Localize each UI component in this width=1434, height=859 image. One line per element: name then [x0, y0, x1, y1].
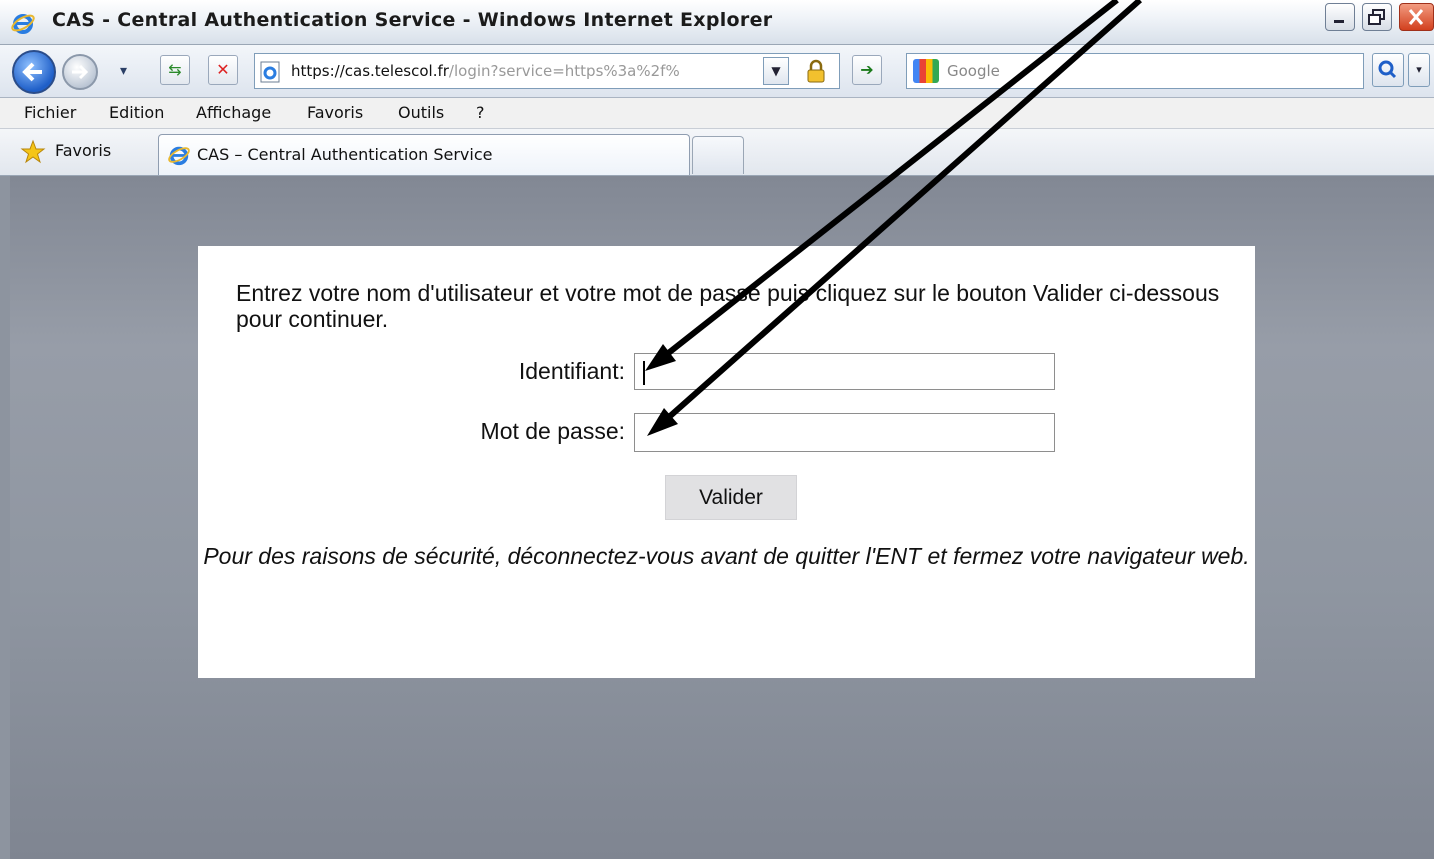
forward-arrow-icon	[72, 64, 89, 80]
security-note: Pour des raisons de sécurité, déconnecte…	[203, 543, 1250, 569]
text-caret	[643, 361, 645, 385]
minimize-icon	[1334, 20, 1344, 23]
favorites-button[interactable]: Favoris	[55, 141, 111, 160]
password-label: Mot de passe:	[480, 418, 625, 444]
chevron-down-icon: ▼	[771, 64, 781, 78]
arrow-right-icon: ➔	[860, 60, 874, 79]
menu-bar: Fichier Edition Affichage Favoris Outils…	[0, 98, 1434, 129]
password-input[interactable]	[634, 413, 1055, 452]
menu-fichier[interactable]: Fichier	[24, 103, 76, 122]
search-options-button[interactable]: ▾	[1408, 53, 1430, 87]
refresh-icon: ⇆	[168, 60, 182, 79]
refresh-button[interactable]: ⇆	[160, 55, 190, 85]
search-field[interactable]: Google	[906, 53, 1364, 89]
login-instructions: Entrez votre nom d'utilisateur et votre …	[236, 280, 1220, 332]
menu-affichage[interactable]: Affichage	[196, 103, 271, 122]
back-button[interactable]	[12, 50, 56, 94]
navigation-toolbar: ▾ ⇆ ✕ https://cas.telescol.fr/login?serv…	[0, 45, 1434, 98]
chevron-down-icon: ▾	[1416, 63, 1422, 76]
username-input[interactable]	[634, 353, 1055, 390]
history-dropdown[interactable]: ▾	[120, 63, 127, 79]
url-host: https://cas.telescol.fr	[291, 62, 449, 80]
minimize-button[interactable]	[1325, 3, 1355, 31]
forward-button[interactable]	[62, 54, 98, 90]
search-icon	[1378, 60, 1397, 79]
close-button[interactable]	[1399, 3, 1434, 31]
submit-button[interactable]: Valider	[665, 475, 797, 520]
padlock-icon[interactable]	[803, 58, 829, 84]
address-dropdown-button[interactable]: ▼	[763, 57, 789, 85]
stop-button[interactable]: ✕	[208, 55, 238, 85]
internet-explorer-icon	[11, 14, 35, 34]
username-label: Identifiant:	[518, 358, 625, 384]
back-arrow-icon	[22, 62, 42, 82]
stop-icon: ✕	[216, 60, 230, 79]
favorites-tab-bar: Favoris CAS – Central Authentication Ser…	[0, 129, 1434, 176]
url-text: https://cas.telescol.fr/login?service=ht…	[291, 62, 751, 80]
page-icon	[260, 61, 280, 83]
menu-help[interactable]: ?	[476, 103, 485, 122]
search-placeholder: Google	[947, 62, 1000, 80]
go-button[interactable]: ➔	[852, 55, 882, 85]
login-panel: Entrez votre nom d'utilisateur et votre …	[198, 246, 1255, 678]
window-titlebar: CAS - Central Authentication Service - W…	[0, 0, 1434, 45]
address-field[interactable]: https://cas.telescol.fr/login?service=ht…	[254, 53, 840, 89]
search-button[interactable]	[1372, 53, 1404, 87]
internet-explorer-icon	[168, 146, 190, 166]
window-title: CAS - Central Authentication Service - W…	[52, 9, 773, 31]
url-path: /login?service=https%3a%2f%	[448, 62, 680, 80]
restore-button[interactable]	[1362, 3, 1392, 31]
google-icon	[913, 59, 939, 83]
menu-favoris[interactable]: Favoris	[307, 103, 363, 122]
new-tab-button[interactable]	[692, 136, 744, 174]
menu-outils[interactable]: Outils	[398, 103, 444, 122]
tab-title: CAS – Central Authentication Service	[197, 145, 493, 164]
tab-active[interactable]: CAS – Central Authentication Service	[158, 134, 690, 175]
chevron-down-icon: ▾	[120, 63, 128, 79]
close-icon	[1408, 9, 1424, 25]
restore-icon	[1368, 9, 1385, 25]
favorites-star-icon[interactable]	[20, 139, 46, 165]
menu-edition[interactable]: Edition	[109, 103, 164, 122]
